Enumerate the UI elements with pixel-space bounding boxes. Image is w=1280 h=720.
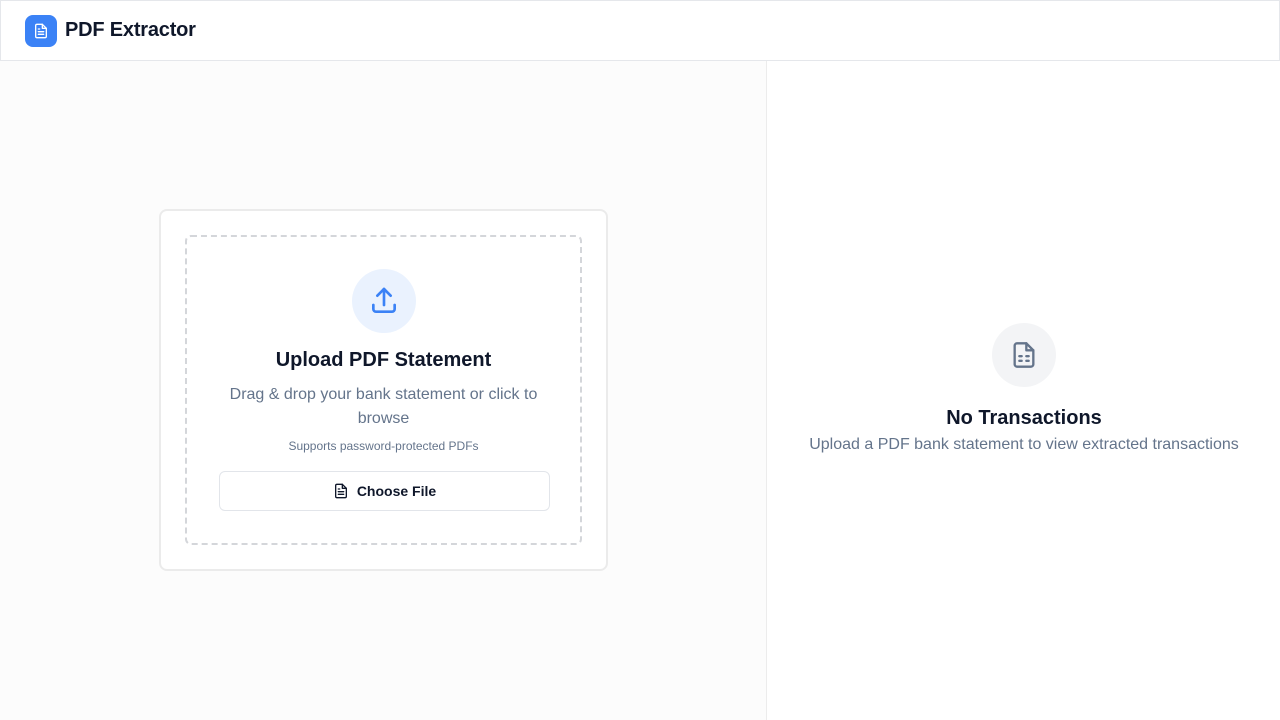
app-root: PDF Extractor Upload PDF Statement Drag … (0, 0, 1280, 720)
file-spreadsheet-icon (1010, 341, 1038, 369)
file-icon (333, 483, 349, 499)
logo-badge (25, 14, 57, 47)
upload-icon (368, 285, 400, 317)
upload-icon-circle (352, 269, 416, 333)
upload-description: Drag & drop your bank statement or click… (229, 386, 538, 427)
file-text-icon (33, 23, 49, 39)
empty-state-title: No Transactions (946, 407, 1102, 429)
upload-note: Supports password-protected PDFs (288, 439, 479, 453)
upload-dropzone[interactable]: Upload PDF Statement Drag & drop your ba… (185, 235, 582, 545)
choose-file-label: Choose File (356, 483, 437, 499)
app-header: PDF Extractor (0, 0, 1280, 61)
transactions-pane: No Transactions Upload a PDF bank statem… (768, 61, 1280, 720)
empty-state-icon-circle (992, 323, 1056, 387)
upload-title: Upload PDF Statement (275, 349, 492, 371)
upload-pane: Upload PDF Statement Drag & drop your ba… (0, 61, 767, 720)
app-title: PDF Extractor (65, 19, 196, 41)
empty-state-description: Upload a PDF bank statement to view extr… (809, 436, 1239, 453)
choose-file-button[interactable]: Choose File (219, 471, 550, 511)
upload-card: Upload PDF Statement Drag & drop your ba… (159, 209, 608, 571)
